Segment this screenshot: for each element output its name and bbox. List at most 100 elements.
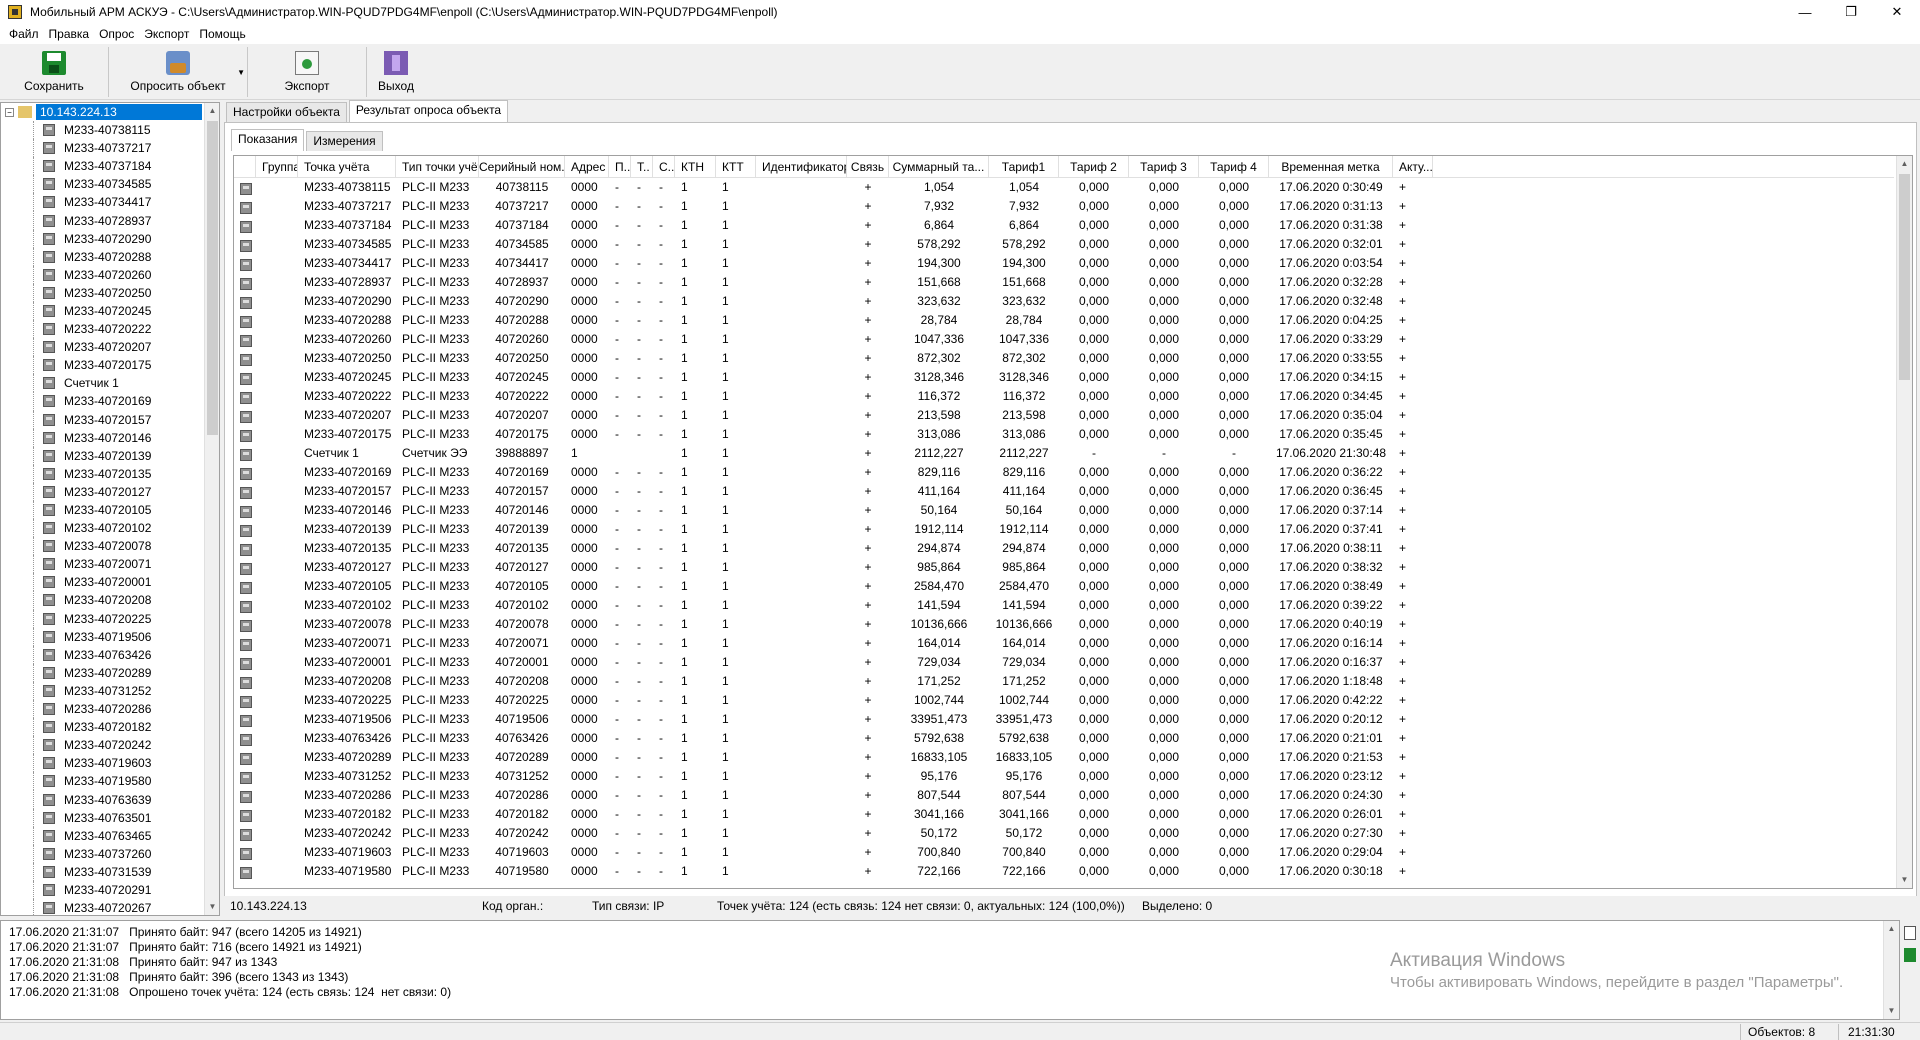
tree-item[interactable]: M233-40720102 [1, 519, 204, 538]
table-row[interactable]: M233-40720208 PLC-II M233 40720208 0000 - - - 1… [234, 672, 1894, 691]
scroll-down-icon[interactable]: ▼ [205, 899, 219, 915]
tree-item[interactable]: M233-40720260 [1, 265, 204, 284]
table-row[interactable]: M233-40720225 PLC-II M233 40720225 0000 - - - 1… [234, 691, 1894, 710]
collapse-icon[interactable]: − [5, 107, 14, 117]
table-row[interactable]: M233-40720105 PLC-II M233 40720105 0000 - - - 1… [234, 577, 1894, 596]
menu-export[interactable]: Экспорт [139, 27, 194, 41]
tree-item[interactable]: M233-40763501 [1, 808, 204, 827]
tree-item[interactable]: M233-40720135 [1, 464, 204, 483]
tree-item[interactable]: M233-40720078 [1, 537, 204, 556]
tree-item[interactable]: M233-40734417 [1, 193, 204, 212]
column-header[interactable]: Адрес [565, 156, 609, 178]
table-row[interactable]: Счетчик 1 Счетчик ЭЭ 39888897 1 1 1 +2112,227 2… [234, 444, 1894, 463]
tree-item[interactable]: M233-40720242 [1, 736, 204, 755]
tree-item[interactable]: M233-40763426 [1, 645, 204, 664]
table-row[interactable]: M233-40720286 PLC-II M233 40720286 0000 - - - 1… [234, 786, 1894, 805]
table-row[interactable]: M233-40731252 PLC-II M233 40731252 0000 - - - 1… [234, 767, 1894, 786]
tree-item[interactable]: M233-40719506 [1, 627, 204, 646]
column-header[interactable]: Тариф 4 [1199, 156, 1269, 178]
column-header[interactable]: Тип точки учёта [396, 156, 479, 178]
tree-item[interactable]: M233-40720245 [1, 301, 204, 321]
scroll-down-icon[interactable]: ▼ [1897, 872, 1912, 888]
export-button[interactable]: Экспорт [248, 44, 366, 100]
tree-item[interactable]: M233-40720286 [1, 700, 204, 719]
column-header[interactable]: Временная метка [1269, 156, 1393, 178]
tree-item[interactable]: M233-40720288 [1, 247, 204, 266]
column-header[interactable]: Группа [256, 156, 298, 178]
table-row[interactable]: M233-40720207 PLC-II M233 40720207 0000 - - - 1… [234, 406, 1894, 425]
table-row[interactable]: M233-40737217 PLC-II M233 40737217 0000 - - - 1… [234, 197, 1894, 216]
tree-item[interactable]: M233-40720208 [1, 591, 204, 610]
maximize-button[interactable]: ❐ [1828, 0, 1874, 24]
tree-item[interactable]: M233-40720267 [1, 899, 204, 915]
table-row[interactable]: M233-40737184 PLC-II M233 40737184 0000 - - - 1… [234, 216, 1894, 235]
tree-item[interactable]: M233-40720105 [1, 500, 204, 520]
table-row[interactable]: M233-40719603 PLC-II M233 40719603 0000 - - - 1… [234, 843, 1894, 862]
poll-object-button[interactable]: Опросить объект ▼ [109, 44, 247, 100]
table-row[interactable]: M233-40720175 PLC-II M233 40720175 0000 - - - 1… [234, 425, 1894, 444]
tree-item[interactable]: M233-40720001 [1, 573, 204, 592]
table-row[interactable]: M233-40720250 PLC-II M233 40720250 0000 - - - 1… [234, 349, 1894, 368]
minimize-button[interactable]: — [1782, 0, 1828, 24]
tree-item[interactable]: M233-40720291 [1, 880, 204, 900]
column-header[interactable]: Тариф1 [989, 156, 1059, 178]
table-row[interactable]: M233-40720139 PLC-II M233 40720139 0000 - - - 1… [234, 520, 1894, 539]
column-header[interactable] [234, 156, 256, 178]
tree-item[interactable]: M233-40720289 [1, 663, 204, 683]
table-row[interactable]: M233-40720169 PLC-II M233 40720169 0000 - - - 1… [234, 463, 1894, 482]
tree-item[interactable]: M233-40720207 [1, 338, 204, 357]
table-row[interactable]: M233-40720102 PLC-II M233 40720102 0000 - - - 1… [234, 596, 1894, 615]
tree-item[interactable]: M233-40737260 [1, 844, 204, 863]
tab-object-settings[interactable]: Настройки объекта [226, 102, 347, 122]
table-row[interactable]: M233-40720001 PLC-II M233 40720001 0000 - - - 1… [234, 653, 1894, 672]
tree-item[interactable]: M233-40763639 [1, 790, 204, 809]
column-header[interactable]: П.. [609, 156, 631, 178]
tree-item[interactable]: M233-40720182 [1, 718, 204, 737]
tree-item[interactable]: M233-40720290 [1, 229, 204, 248]
tree-item[interactable]: M233-40720157 [1, 410, 204, 429]
tree-item[interactable]: M233-40719580 [1, 772, 204, 791]
table-row[interactable]: M233-40720290 PLC-II M233 40720290 0000 - - - 1… [234, 292, 1894, 311]
table-row[interactable]: M233-40720157 PLC-II M233 40720157 0000 - - - 1… [234, 482, 1894, 501]
tree-item[interactable]: M233-40720146 [1, 428, 204, 447]
column-header[interactable]: Акту... [1393, 156, 1433, 178]
log-scrollbar[interactable]: ▲ ▼ [1883, 921, 1899, 1019]
table-row[interactable]: M233-40720127 PLC-II M233 40720127 0000 - - - 1… [234, 558, 1894, 577]
grid-scrollbar[interactable]: ▲ ▼ [1896, 156, 1912, 888]
tree-item[interactable]: M233-40720071 [1, 555, 204, 574]
tree-item[interactable]: M233-40720250 [1, 283, 204, 303]
column-header[interactable]: Тариф 2 [1059, 156, 1129, 178]
tree-item[interactable]: M233-40720225 [1, 609, 204, 628]
menu-poll[interactable]: Опрос [94, 27, 139, 41]
dropdown-arrow-icon[interactable]: ▼ [237, 68, 245, 77]
menu-help[interactable]: Помощь [194, 27, 250, 41]
tree-scroll-thumb[interactable] [207, 121, 218, 435]
table-row[interactable]: M233-40720260 PLC-II M233 40720260 0000 - - - 1… [234, 330, 1894, 349]
column-header[interactable]: Т.. [631, 156, 653, 178]
save-log-icon[interactable] [1904, 948, 1916, 962]
table-row[interactable]: M233-40720135 PLC-II M233 40720135 0000 - - - 1… [234, 539, 1894, 558]
table-row[interactable]: M233-40720288 PLC-II M233 40720288 0000 - - - 1… [234, 311, 1894, 330]
table-row[interactable]: M233-40720146 PLC-II M233 40720146 0000 - - - 1… [234, 501, 1894, 520]
column-header[interactable]: КТТ [716, 156, 756, 178]
scroll-up-icon[interactable]: ▲ [1897, 156, 1912, 172]
column-header[interactable]: КТН [675, 156, 716, 178]
scroll-up-icon[interactable]: ▲ [205, 103, 219, 119]
table-row[interactable]: M233-40720242 PLC-II M233 40720242 0000 - - - 1… [234, 824, 1894, 843]
new-log-icon[interactable] [1904, 926, 1916, 940]
tab-readings[interactable]: Показания [231, 129, 305, 151]
table-row[interactable]: M233-40719506 PLC-II M233 40719506 0000 - - - 1… [234, 710, 1894, 729]
tree-root-node[interactable]: − 10.143.224.13 [1, 103, 204, 121]
menu-file[interactable]: Файл [4, 27, 44, 41]
table-row[interactable]: M233-40720182 PLC-II M233 40720182 0000 - - - 1… [234, 805, 1894, 824]
column-header[interactable]: Серийный ном... [479, 156, 565, 178]
table-row[interactable]: M233-40720289 PLC-II M233 40720289 0000 - - - 1… [234, 748, 1894, 767]
table-row[interactable]: M233-40720071 PLC-II M233 40720071 0000 - - - 1… [234, 634, 1894, 653]
table-row[interactable]: M233-40734585 PLC-II M233 40734585 0000 - - - 1… [234, 235, 1894, 254]
table-row[interactable]: M233-40728937 PLC-II M233 40728937 0000 - - - 1… [234, 273, 1894, 292]
tab-measurements[interactable]: Измерения [306, 131, 383, 151]
tree-item[interactable]: M233-40720175 [1, 356, 204, 375]
column-header[interactable]: Точка учёта [298, 156, 396, 178]
tree-item[interactable]: M233-40720169 [1, 392, 204, 411]
tree-item[interactable]: M233-40738115 [1, 121, 204, 140]
